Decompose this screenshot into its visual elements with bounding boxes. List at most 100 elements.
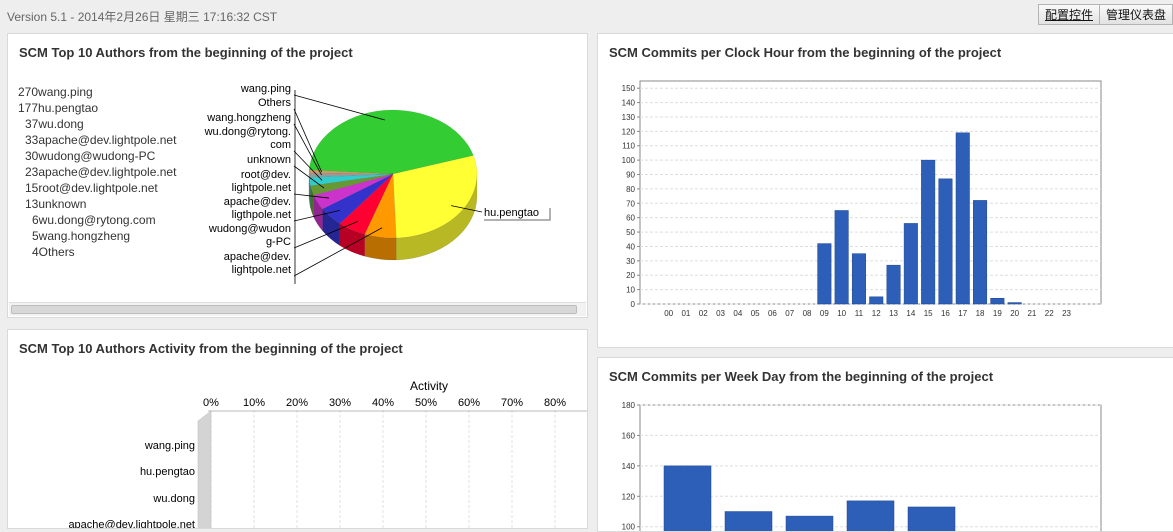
- chart-bar: [852, 254, 866, 304]
- y-tick-label: wu.dong: [152, 493, 195, 505]
- pie-callout-label: lightpole.net: [232, 182, 291, 194]
- x-tick-label: 03: [716, 309, 725, 318]
- pie-callout-label: ligthpole.net: [232, 209, 291, 221]
- pie-callout-label: wang.ping: [240, 83, 291, 95]
- y-tick-label: 70: [626, 199, 635, 208]
- x-tick-label: 30%: [329, 397, 351, 409]
- x-tick-label: 08: [803, 309, 812, 318]
- pie-callout-label: wudong@wudon: [208, 223, 291, 235]
- pie-callout-label: Others: [258, 97, 292, 109]
- activity-chart: Activity0%10%20%30%40%50%60%70%80%9wang.…: [8, 330, 588, 529]
- y-tick-label: 180: [622, 401, 636, 410]
- chart-bar: [991, 298, 1005, 304]
- x-tick-label: 70%: [501, 397, 523, 409]
- chart-bar: [835, 210, 849, 304]
- x-tick-label: 05: [751, 309, 760, 318]
- pie-callout-label: hu.pengtao: [484, 207, 539, 219]
- chart-bar: [786, 516, 833, 532]
- chart-bar: [939, 179, 953, 304]
- x-tick-label: 02: [699, 309, 708, 318]
- clock-hour-chart: 0102030405060708090100110120130140150000…: [598, 34, 1173, 348]
- pie-chart: wang.ping Others wang.hongzheng wu.dong@ryt…: [8, 34, 588, 304]
- chart-bar: [1008, 303, 1022, 304]
- toolbar: 配置控件 管理仪表盘: [1038, 4, 1173, 25]
- chart-bar: [870, 297, 884, 304]
- chart-bar: [818, 244, 832, 304]
- x-tick-label: 50%: [415, 397, 437, 409]
- x-tick-label: 14: [906, 309, 915, 318]
- x-tick-label: 10: [837, 309, 846, 318]
- chart-bar: [664, 466, 711, 532]
- y-tick-label: 80: [626, 185, 635, 194]
- chart-bar: [973, 200, 987, 304]
- y-tick-label: 30: [626, 257, 635, 266]
- pie-leader-line: [294, 95, 385, 120]
- chart-bar: [725, 512, 772, 532]
- pie-callout-label: wu.dong@rytong.: [204, 126, 291, 138]
- y-tick-label: 150: [622, 84, 636, 93]
- y-tick-label: wang.ping: [144, 440, 195, 452]
- y-tick-label: 60: [626, 214, 635, 223]
- y-tick-label: 100: [622, 156, 636, 165]
- y-tick-label: 120: [622, 127, 636, 136]
- y-tick-label: 0: [631, 300, 636, 309]
- y-tick-label: 140: [622, 462, 636, 471]
- x-tick-label: 01: [681, 309, 690, 318]
- x-axis-label: Activity: [410, 379, 448, 393]
- chart-plot-area: [640, 81, 1101, 304]
- x-tick-label: 15: [924, 309, 933, 318]
- x-tick-label: 16: [941, 309, 950, 318]
- x-tick-label: 0%: [203, 397, 219, 409]
- pie-callout-label: wang.hongzheng: [206, 112, 291, 124]
- authors-pie-panel: SCM Top 10 Authors from the beginning of…: [7, 33, 588, 318]
- x-tick-label: 19: [993, 309, 1002, 318]
- y-tick-label: 130: [622, 113, 636, 122]
- x-tick-label: 17: [958, 309, 967, 318]
- x-tick-label: 40%: [372, 397, 394, 409]
- pie-callout-label: unknown: [247, 154, 291, 166]
- x-tick-label: 18: [976, 309, 985, 318]
- chart-bar: [847, 501, 894, 532]
- y-tick-label: 50: [626, 228, 635, 237]
- pie-callout-label: apache@dev.: [224, 196, 291, 208]
- pie-callout-label: apache@dev.: [224, 251, 291, 263]
- manage-dashboard-button[interactable]: 管理仪表盘: [1100, 4, 1173, 25]
- scrollbar-thumb[interactable]: [11, 305, 577, 314]
- pie-callout-label: com: [270, 139, 291, 151]
- pie-leader-line: [294, 109, 322, 172]
- activity-panel: SCM Top 10 Authors Activity from the beg…: [7, 329, 588, 529]
- configure-widgets-button[interactable]: 配置控件: [1038, 4, 1100, 25]
- chart-bar: [904, 223, 918, 304]
- y-tick-label: 100: [622, 523, 636, 532]
- x-tick-label: 12: [872, 309, 881, 318]
- y-tick-label: 10: [626, 286, 635, 295]
- weekday-panel: SCM Commits per Week Day from the beginn…: [597, 357, 1173, 532]
- x-tick-label: 13: [889, 309, 898, 318]
- chart-bar: [887, 265, 901, 304]
- x-tick-label: 22: [1045, 309, 1054, 318]
- x-tick-label: 07: [785, 309, 794, 318]
- x-tick-label: 09: [820, 309, 829, 318]
- pie-callout-label: lightpole.net: [232, 264, 291, 276]
- x-tick-label: 20%: [286, 397, 308, 409]
- x-tick-label: 00: [664, 309, 673, 318]
- y-tick-label: 140: [622, 99, 636, 108]
- x-tick-label: 80%: [544, 397, 566, 409]
- chart-bar: [956, 133, 970, 304]
- x-tick-label: 20: [1010, 309, 1019, 318]
- x-tick-label: 10%: [243, 397, 265, 409]
- x-tick-label: 06: [768, 309, 777, 318]
- x-tick-label: 23: [1062, 309, 1071, 318]
- y-tick-label: hu.pengtao: [140, 466, 195, 478]
- y-tick-label: 120: [622, 492, 636, 501]
- y-tick-label: 160: [622, 431, 636, 440]
- horizontal-scrollbar[interactable]: [9, 302, 586, 316]
- x-tick-label: 04: [733, 309, 742, 318]
- version-text: Version 5.1 - 2014年2月26日 星期三 17:16:32 CS…: [7, 8, 277, 25]
- clock-hour-panel: SCM Commits per Clock Hour from the begi…: [597, 33, 1173, 348]
- chart-bar: [908, 507, 955, 532]
- y-tick-label: 20: [626, 271, 635, 280]
- x-tick-label: 11: [855, 309, 864, 318]
- pie-callout-label: g-PC: [266, 236, 291, 248]
- y-tick-label: 90: [626, 171, 635, 180]
